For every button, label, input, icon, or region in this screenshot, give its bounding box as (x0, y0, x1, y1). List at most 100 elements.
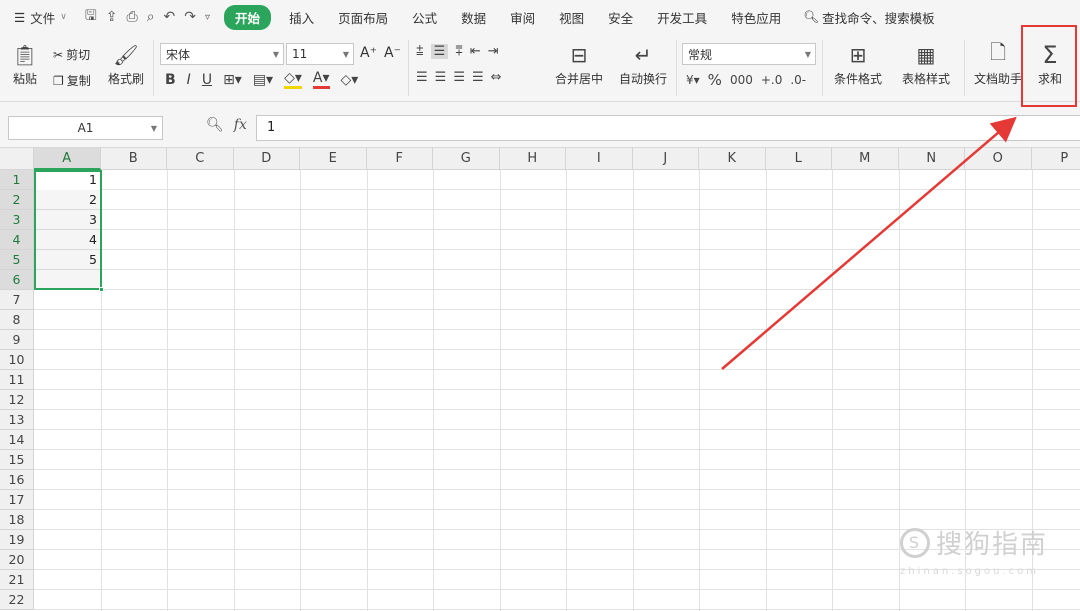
row-header-11[interactable]: 11 (0, 370, 34, 390)
increase-indent-icon[interactable]: ⇥ (488, 44, 499, 59)
row-header-12[interactable]: 12 (0, 390, 34, 410)
redo-icon[interactable]: ↷ (184, 9, 196, 25)
fill-handle[interactable] (99, 287, 104, 292)
export-icon[interactable]: ⇪ (106, 9, 118, 25)
increase-font-icon[interactable]: A⁺ (360, 45, 377, 61)
align-middle-icon[interactable]: ☰ (430, 44, 449, 59)
cut-button[interactable]: ✂ 剪切 (53, 46, 90, 63)
column-header-n[interactable]: N (898, 148, 965, 170)
row-header-21[interactable]: 21 (0, 570, 34, 590)
font-name-select[interactable]: 宋体 ▼ (160, 43, 284, 65)
undo-icon[interactable]: ↶ (164, 9, 176, 25)
tab-security[interactable]: 安全 (596, 8, 645, 27)
decrease-font-icon[interactable]: A⁻ (384, 45, 401, 61)
row-header-14[interactable]: 14 (0, 430, 34, 450)
justify-icon[interactable]: ☰ (472, 70, 484, 85)
row-header-15[interactable]: 15 (0, 450, 34, 470)
clear-icon[interactable]: ◇▾ (341, 72, 359, 88)
row-header-10[interactable]: 10 (0, 350, 34, 370)
cell-a2[interactable]: 2 (35, 190, 101, 210)
print-icon[interactable]: ⎙ (127, 9, 138, 25)
row-header-6[interactable]: 6 (0, 270, 34, 290)
increase-decimal-icon[interactable]: +.0 (761, 73, 783, 87)
align-bottom-icon[interactable]: ⩱ (455, 44, 463, 59)
fill-color-icon[interactable]: ◇▾ (284, 70, 302, 89)
column-header-a[interactable]: A (34, 148, 101, 170)
column-header-l[interactable]: L (765, 148, 832, 170)
row-header-3[interactable]: 3 (0, 210, 34, 230)
row-header-19[interactable]: 19 (0, 530, 34, 550)
percent-icon[interactable]: % (708, 71, 722, 89)
tab-developer[interactable]: 开发工具 (645, 8, 719, 27)
doc-assistant-button[interactable]: 🗋 文档助手 (970, 40, 1026, 87)
row-header-16[interactable]: 16 (0, 470, 34, 490)
tab-page-layout[interactable]: 页面布局 (326, 8, 400, 27)
column-header-p[interactable]: P (1031, 148, 1080, 170)
currency-icon[interactable]: ¥▾ (686, 73, 700, 87)
table-style-button[interactable]: ▦ 表格样式 (894, 40, 958, 87)
column-header-e[interactable]: E (300, 148, 367, 170)
tab-home[interactable]: 开始 (224, 4, 272, 30)
format-painter-button[interactable]: 🖌︎ 格式刷 (100, 40, 152, 87)
row-header-4[interactable]: 4 (0, 230, 34, 250)
column-header-o[interactable]: O (965, 148, 1032, 170)
column-header-c[interactable]: C (167, 148, 234, 170)
distribute-icon[interactable]: ⇔ (491, 70, 502, 85)
paste-button[interactable]: 📋︎ 粘贴 (0, 40, 50, 87)
copy-button[interactable]: ❐ 复制 (53, 72, 91, 89)
wrap-text-button[interactable]: ↵ 自动换行 (614, 40, 672, 87)
customize-icon[interactable]: ▿ (205, 12, 210, 23)
number-format-select[interactable]: 常规 ▼ (682, 43, 816, 65)
align-left-icon[interactable]: ☰ (416, 70, 428, 85)
cell-a3[interactable]: 3 (35, 210, 101, 230)
cell-a4[interactable]: 4 (35, 230, 101, 250)
zoom-search-icon[interactable]: 🔍︎ (206, 117, 224, 133)
row-header-5[interactable]: 5 (0, 250, 34, 270)
tab-review[interactable]: 审阅 (498, 8, 547, 27)
row-header-17[interactable]: 17 (0, 490, 34, 510)
cell-a5[interactable]: 5 (35, 250, 101, 270)
column-header-b[interactable]: B (100, 148, 167, 170)
row-header-8[interactable]: 8 (0, 310, 34, 330)
fx-icon[interactable]: fx (234, 117, 247, 133)
bold-icon[interactable]: B (165, 72, 176, 88)
decrease-indent-icon[interactable]: ⇤ (470, 44, 481, 59)
command-search[interactable]: 🔍︎ 查找命令、搜索模板 (793, 8, 934, 27)
row-header-2[interactable]: 2 (0, 190, 34, 210)
fill-pattern-icon[interactable]: ▤▾ (253, 72, 273, 88)
align-top-icon[interactable]: ⩲ (416, 44, 424, 59)
row-header-13[interactable]: 13 (0, 410, 34, 430)
underline-icon[interactable]: U (202, 72, 212, 88)
tab-view[interactable]: 视图 (547, 8, 596, 27)
tab-data[interactable]: 数据 (449, 8, 498, 27)
border-icon[interactable]: ⊞▾ (223, 72, 242, 88)
name-box[interactable]: A1 ▼ (8, 116, 163, 140)
row-header-22[interactable]: 22 (0, 590, 34, 610)
row-header-18[interactable]: 18 (0, 510, 34, 530)
column-header-j[interactable]: J (632, 148, 699, 170)
row-header-20[interactable]: 20 (0, 550, 34, 570)
tab-special[interactable]: 特色应用 (719, 8, 793, 27)
align-right-icon[interactable]: ☰ (453, 70, 465, 85)
column-header-m[interactable]: M (832, 148, 899, 170)
select-all-corner[interactable] (0, 148, 34, 170)
save-icon[interactable]: 🖫 (85, 5, 97, 29)
align-center-icon[interactable]: ☰ (435, 70, 447, 85)
tab-formulas[interactable]: 公式 (400, 8, 449, 27)
column-header-i[interactable]: I (566, 148, 633, 170)
merge-center-button[interactable]: ⊟ 合并居中 (546, 40, 612, 87)
row-header-1[interactable]: 1 (0, 170, 34, 190)
formula-input[interactable]: 1 (256, 115, 1080, 141)
cell-a1[interactable]: 1 (35, 170, 101, 190)
column-header-d[interactable]: D (233, 148, 300, 170)
column-header-g[interactable]: G (433, 148, 500, 170)
conditional-format-button[interactable]: ⊞ 条件格式 (826, 40, 890, 87)
tab-insert[interactable]: 插入 (277, 8, 326, 27)
thousands-icon[interactable]: 000 (730, 73, 753, 87)
column-header-f[interactable]: F (366, 148, 433, 170)
row-header-9[interactable]: 9 (0, 330, 34, 350)
row-header-7[interactable]: 7 (0, 290, 34, 310)
font-size-select[interactable]: 11 ▼ (286, 43, 354, 65)
print-preview-icon[interactable]: ⌕ (147, 9, 155, 25)
decrease-decimal-icon[interactable]: .0- (790, 73, 806, 87)
